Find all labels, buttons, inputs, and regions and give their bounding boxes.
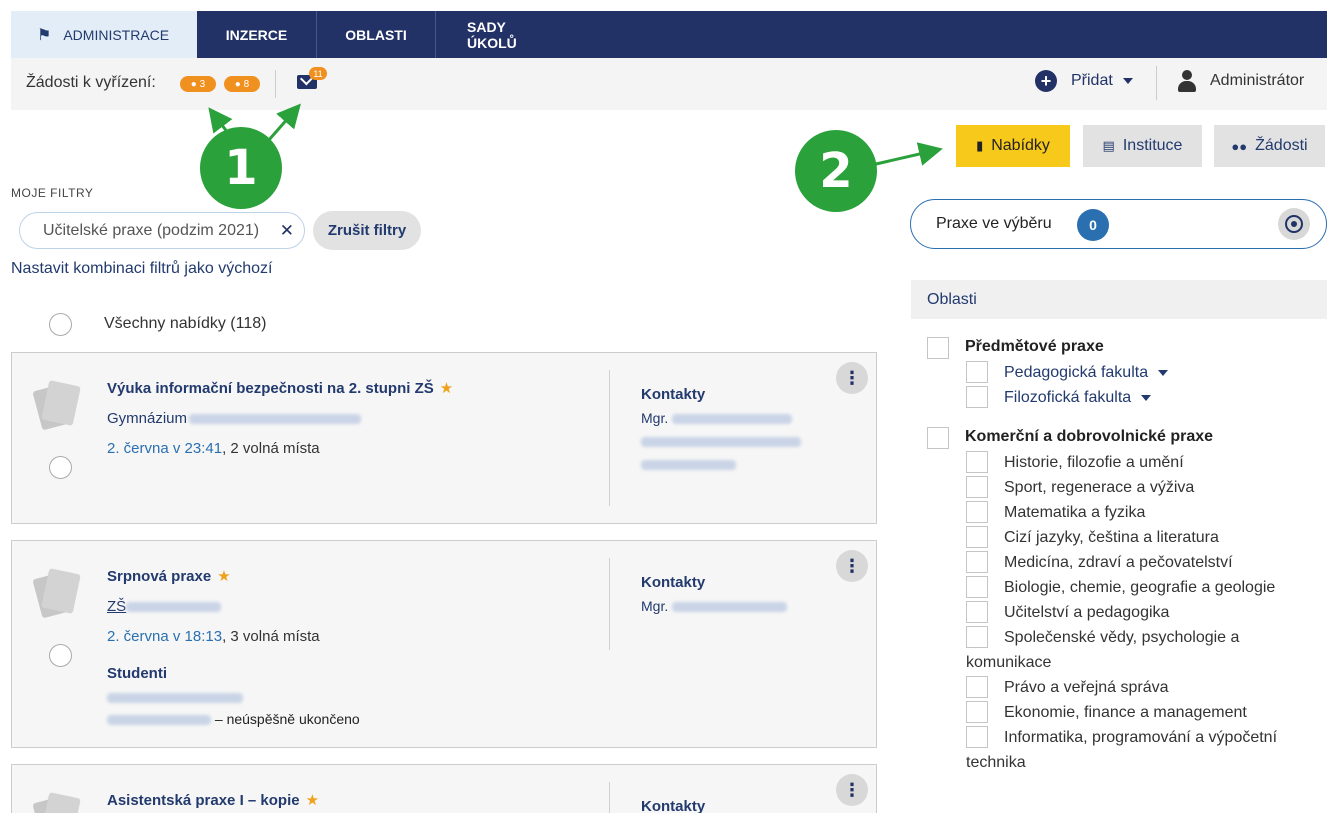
student-line — [107, 689, 243, 705]
offer-institution[interactable]: ZŠ — [107, 598, 222, 615]
checkbox[interactable] — [966, 576, 988, 598]
offer-select-radio[interactable] — [49, 456, 72, 479]
area-item: Společenské vědy, psychologie a — [1004, 629, 1240, 646]
contact-line: Mgr. — [641, 410, 793, 426]
students-heading: Studenti — [107, 665, 167, 682]
area-item-continued: komunikace — [966, 654, 1052, 671]
more-options-button[interactable]: ⋮ — [836, 362, 868, 394]
checkbox[interactable] — [966, 626, 988, 648]
checkbox[interactable] — [966, 451, 988, 473]
document-icon — [32, 568, 81, 619]
area-item-pedagogicka[interactable]: Pedagogická fakulta — [1004, 360, 1169, 385]
selection-label: Praxe ve výběru — [936, 215, 1052, 232]
offer-card: Výuka informační bezpečnosti na 2. stupn… — [11, 352, 877, 524]
area-item: Právo a veřejná správa — [1004, 679, 1169, 696]
offer-title[interactable]: Výuka informační bezpečnosti na 2. stupn… — [107, 379, 453, 397]
all-offers-label: Všechny nabídky (118) — [104, 315, 267, 332]
divider — [609, 370, 610, 506]
offer-title[interactable]: Asistentská praxe I – kopie ★ — [107, 791, 319, 809]
more-options-button[interactable]: ⋮ — [836, 774, 868, 806]
areas-heading[interactable]: Oblasti — [911, 280, 1327, 319]
offer-card: Asistentská praxe I – kopie ★ Kontakty ⋮ — [11, 764, 877, 813]
divider — [609, 558, 610, 650]
group-label: Komerční a dobrovolnické praxe — [965, 428, 1214, 445]
close-icon[interactable]: ✕ — [280, 221, 294, 241]
chevron-down-icon — [1158, 369, 1169, 376]
offer-title[interactable]: Srpnová praxe ★ — [107, 567, 231, 585]
area-item: Informatika, programování a výpočetní — [1004, 729, 1278, 746]
star-icon[interactable]: ★ — [217, 568, 230, 585]
annotation-marker-2: 2 — [795, 130, 877, 212]
star-icon[interactable]: ★ — [440, 380, 453, 397]
student-line: – neúspěšně ukončeno — [107, 711, 360, 727]
checkbox[interactable] — [966, 726, 988, 748]
checkbox[interactable] — [966, 476, 988, 498]
area-item: Medicína, zdraví a pečovatelství — [1004, 554, 1233, 571]
area-item: Ekonomie, finance a management — [1004, 704, 1247, 721]
my-filters-heading: MOJE FILTRY — [11, 186, 94, 200]
filter-label: Učitelské praxe (podzim 2021) — [43, 221, 260, 239]
set-default-filters-link[interactable]: Nastavit kombinaci filtrů jako výchozí — [11, 260, 272, 278]
area-item: Učitelství a pedagogika — [1004, 604, 1170, 621]
active-filter-chip[interactable]: Učitelské praxe (podzim 2021) ✕ — [19, 212, 305, 249]
more-options-button[interactable]: ⋮ — [836, 550, 868, 582]
area-item-continued: technika — [966, 754, 1026, 771]
contacts-heading: Kontakty — [641, 798, 706, 813]
group-label: Předmětové praxe — [965, 338, 1104, 355]
checkbox[interactable] — [966, 501, 988, 523]
chevron-down-icon — [1141, 394, 1152, 401]
area-item: Sport, regenerace a výživa — [1004, 479, 1195, 496]
checkbox[interactable] — [966, 361, 988, 383]
document-icon — [32, 380, 81, 431]
checkbox[interactable] — [966, 551, 988, 573]
area-item: Matematika a fyzika — [1004, 504, 1146, 521]
contacts-heading: Kontakty — [641, 574, 706, 591]
offer-select-radio[interactable] — [49, 644, 72, 667]
select-all-radio[interactable] — [49, 313, 72, 336]
offer-date: 2. června v 18:13, 3 volná místa — [107, 628, 320, 645]
offer-institution[interactable]: Gymnázium — [107, 410, 362, 427]
checkbox-group-subject[interactable] — [927, 337, 949, 359]
checkbox[interactable] — [966, 701, 988, 723]
clear-filters-button[interactable]: Zrušit filtry — [313, 211, 421, 250]
contacts-heading: Kontakty — [641, 386, 706, 403]
selection-box: Praxe ve výběru 0 — [910, 199, 1327, 249]
checkbox-group-commercial[interactable] — [927, 427, 949, 449]
checkbox[interactable] — [966, 676, 988, 698]
document-icon — [32, 792, 81, 813]
offer-date: 2. června v 23:41, 2 volná místa — [107, 440, 320, 457]
checkbox[interactable] — [966, 601, 988, 623]
annotation-marker-1: 1 — [200, 127, 282, 209]
contact-line: Mgr. — [641, 598, 788, 614]
area-item: Cizí jazyky, čeština a literatura — [1004, 529, 1219, 546]
area-item: Biologie, chemie, geografie a geologie — [1004, 579, 1276, 596]
contact-line — [641, 456, 736, 472]
checkbox[interactable] — [966, 386, 988, 408]
divider — [609, 782, 610, 813]
selection-count-badge: 0 — [1077, 209, 1109, 241]
contact-line — [641, 433, 801, 449]
target-icon[interactable] — [1278, 208, 1310, 240]
area-item-filozoficka[interactable]: Filozofická fakulta — [1004, 385, 1152, 410]
checkbox[interactable] — [966, 526, 988, 548]
offer-card: Srpnová praxe ★ ZŠ 2. června v 18:13, 3 v… — [11, 540, 877, 748]
star-icon[interactable]: ★ — [306, 792, 319, 809]
area-item: Historie, filozofie a umění — [1004, 454, 1184, 471]
